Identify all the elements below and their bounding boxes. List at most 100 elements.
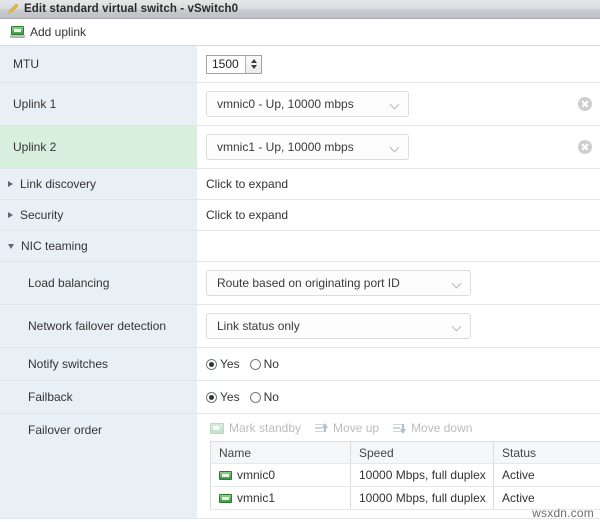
failback-radio-group: Yes No [206, 390, 279, 404]
remove-uplink2-button[interactable] [578, 140, 592, 154]
mark-standby-button[interactable]: Mark standby [210, 421, 301, 435]
adapter-name: vmnic0 [237, 468, 276, 482]
chevron-right-icon[interactable] [8, 181, 13, 187]
row-nic-teaming[interactable]: NIC teaming [0, 231, 600, 262]
load-balancing-select[interactable]: Route based on originating port ID [206, 270, 471, 296]
failback-yes-label: Yes [220, 390, 240, 404]
adapter-name: vmnic1 [237, 491, 276, 505]
move-down-label: Move down [411, 421, 473, 435]
move-up-button[interactable]: Move up [315, 421, 379, 435]
row-uplink-1: Uplink 1 vmnic0 - Up, 10000 mbps [0, 83, 600, 126]
cell-name: vmnic1 [211, 487, 351, 509]
link-discovery-label-cell[interactable]: Link discovery [0, 169, 198, 199]
uplink2-label-cell: Uplink 2 [0, 126, 198, 168]
column-header-status[interactable]: Status [494, 442, 600, 463]
load-balancing-value-cell: Route based on originating port ID [198, 262, 600, 304]
move-down-button[interactable]: Move down [393, 421, 472, 435]
row-security[interactable]: Security Click to expand [0, 200, 600, 231]
uplink1-selected-value: vmnic0 - Up, 10000 mbps [217, 97, 354, 111]
notify-switches-value-cell: Yes No [198, 348, 600, 380]
failback-value-cell: Yes No [198, 381, 600, 413]
failover-order-table: Name Speed Status vmnic0 10000 Mbps, ful… [210, 441, 600, 510]
security-value-cell[interactable]: Click to expand [198, 200, 600, 230]
cell-status: Active [502, 468, 535, 482]
chevron-down-icon [391, 143, 400, 152]
move-down-icon [393, 423, 407, 434]
link-discovery-value-cell[interactable]: Click to expand [198, 169, 600, 199]
security-label-cell[interactable]: Security [0, 200, 198, 230]
window-title: Edit standard virtual switch - vSwitch0 [24, 3, 239, 15]
standby-adapter-icon [210, 422, 224, 434]
row-failback: Failback Yes No [0, 381, 600, 414]
stepper-down-icon[interactable] [250, 65, 257, 69]
failover-order-label-cell: Failover order [0, 414, 198, 518]
window-titlebar: Edit standard virtual switch - vSwitch0 [0, 0, 600, 19]
row-mtu: MTU 1500 [0, 46, 600, 83]
failover-order-value-cell: Mark standby Move up Move down Name Spee… [198, 414, 600, 518]
failover-order-toolbar: Mark standby Move up Move down [206, 419, 600, 435]
link-discovery-expand-text[interactable]: Click to expand [206, 177, 288, 191]
table-header-row: Name Speed Status [211, 442, 600, 464]
notify-switches-no-label: No [263, 357, 279, 371]
row-link-discovery[interactable]: Link discovery Click to expand [0, 169, 600, 200]
load-balancing-label: Load balancing [28, 276, 110, 290]
failover-detection-select[interactable]: Link status only [206, 313, 471, 339]
stepper-up-icon[interactable] [250, 59, 257, 63]
chevron-down-icon[interactable] [8, 243, 14, 249]
chevron-down-icon [453, 322, 462, 331]
row-failover-order: Failover order Mark standby Move up Move… [0, 414, 600, 519]
uplink1-label: Uplink 1 [13, 97, 57, 111]
radio-unselected-icon[interactable] [249, 391, 261, 403]
notify-switches-radio-group: Yes No [206, 357, 279, 371]
column-header-name[interactable]: Name [211, 442, 351, 463]
notify-switches-yes-label: Yes [220, 357, 240, 371]
mtu-stepper-arrows[interactable] [245, 55, 261, 73]
chevron-right-icon[interactable] [8, 212, 13, 218]
notify-switches-label-cell: Notify switches [0, 348, 198, 380]
failback-yes-option[interactable]: Yes [206, 390, 240, 404]
failover-detection-label-cell: Network failover detection [0, 305, 198, 347]
network-adapter-icon [219, 493, 232, 503]
mtu-label-cell: MTU [0, 46, 198, 82]
radio-unselected-icon[interactable] [249, 358, 261, 370]
failover-order-label: Failover order [28, 423, 103, 437]
mtu-input[interactable]: 1500 [207, 56, 245, 73]
row-failover-detection: Network failover detection Link status o… [0, 305, 600, 348]
remove-uplink1-button[interactable] [578, 97, 592, 111]
mtu-stepper[interactable]: 1500 [206, 54, 262, 74]
settings-form: MTU 1500 Uplink 1 vmnic0 - Up, 10000 mbp… [0, 46, 600, 519]
load-balancing-label-cell: Load balancing [0, 262, 198, 304]
nic-teaming-value-cell [198, 231, 600, 261]
security-label: Security [20, 208, 64, 222]
uplink2-value-cell: vmnic1 - Up, 10000 mbps [198, 126, 600, 168]
radio-selected-icon[interactable] [206, 358, 217, 370]
uplink2-select[interactable]: vmnic1 - Up, 10000 mbps [206, 134, 409, 160]
notify-switches-no-option[interactable]: No [249, 357, 279, 371]
network-adapter-icon [10, 26, 25, 38]
column-header-speed[interactable]: Speed [351, 442, 494, 463]
failback-no-option[interactable]: No [249, 390, 279, 404]
mtu-value-cell: 1500 [198, 46, 600, 82]
failback-label: Failback [28, 390, 73, 404]
uplink2-selected-value: vmnic1 - Up, 10000 mbps [217, 140, 354, 154]
uplink1-select[interactable]: vmnic0 - Up, 10000 mbps [206, 91, 409, 117]
table-row[interactable]: vmnic0 10000 Mbps, full duplex Active [211, 464, 600, 487]
load-balancing-selected-value: Route based on originating port ID [217, 276, 400, 290]
pencil-edit-icon [6, 3, 19, 16]
site-watermark: wsxdn.com [532, 506, 594, 520]
row-load-balancing: Load balancing Route based on originatin… [0, 262, 600, 305]
failback-no-label: No [263, 390, 279, 404]
mark-standby-label: Mark standby [229, 421, 302, 435]
cell-speed: 10000 Mbps, full duplex [351, 464, 494, 486]
add-uplink-button[interactable]: Add uplink [8, 24, 88, 40]
radio-selected-icon[interactable] [206, 391, 217, 403]
uplink2-label: Uplink 2 [13, 140, 57, 154]
dialog-toolbar: Add uplink [0, 19, 600, 46]
chevron-down-icon [391, 100, 400, 109]
mtu-label: MTU [13, 57, 39, 71]
move-up-icon [315, 422, 329, 434]
notify-switches-yes-option[interactable]: Yes [206, 357, 240, 371]
nic-teaming-label-cell[interactable]: NIC teaming [0, 231, 198, 261]
add-uplink-label: Add uplink [30, 25, 87, 39]
security-expand-text[interactable]: Click to expand [206, 208, 288, 222]
